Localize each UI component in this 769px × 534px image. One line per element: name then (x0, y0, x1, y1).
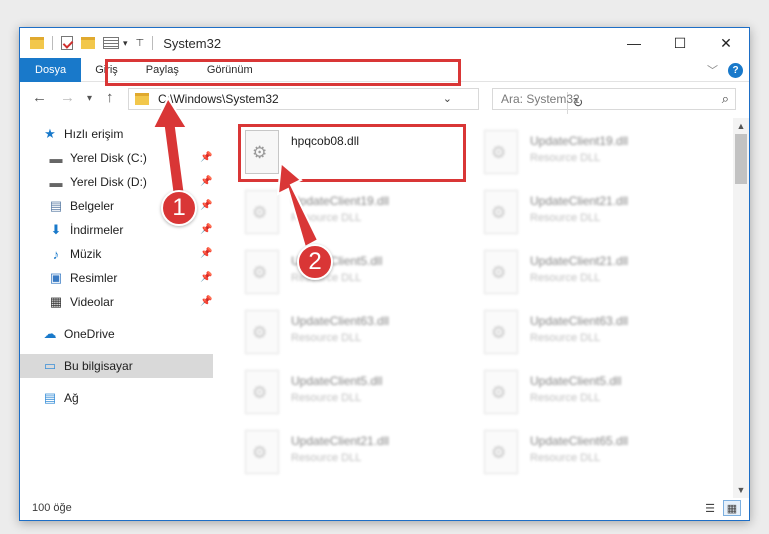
step-marker-2: 2 (297, 244, 333, 280)
arrow-1-shape (151, 95, 189, 197)
annotation-arrows (151, 95, 320, 249)
arrow-2-shape (276, 160, 320, 249)
step-marker-1: 1 (161, 190, 197, 226)
